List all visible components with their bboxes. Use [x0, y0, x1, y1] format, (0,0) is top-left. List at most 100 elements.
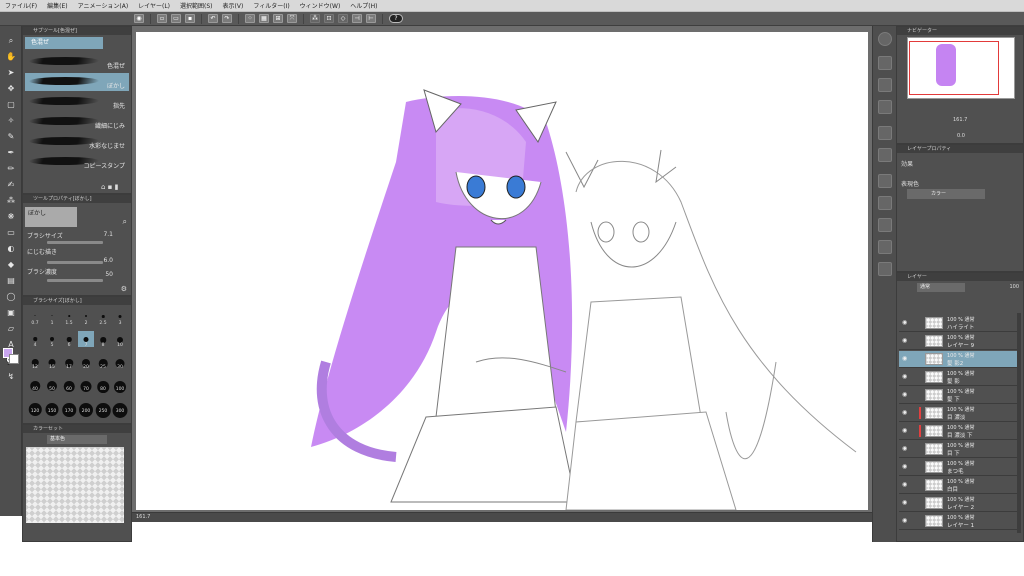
canvas[interactable] [136, 32, 868, 510]
opacity-value[interactable]: 100 [1009, 284, 1019, 290]
brush-size-value[interactable]: 7.1 [103, 231, 113, 238]
eye-icon[interactable]: ◉ [902, 355, 909, 362]
eyedropper-icon[interactable]: ✎ [4, 132, 18, 142]
brush-size-cell[interactable]: 150 [44, 397, 60, 416]
layer-scrollbar[interactable] [1017, 313, 1021, 533]
gradient-icon[interactable]: ▤ [4, 276, 18, 286]
brush-size-cell[interactable]: 12 [27, 353, 43, 370]
airbrush-icon[interactable]: ⁂ [4, 196, 18, 206]
pen-icon[interactable]: ✒ [4, 148, 18, 158]
eye-icon[interactable]: ◉ [902, 463, 909, 470]
brush-size-cell[interactable]: 8 [95, 331, 111, 348]
subtool-item[interactable]: 水彩なじませ [25, 133, 129, 151]
ruler-icon[interactable]: ⁂ [310, 14, 320, 23]
brush-size-cell[interactable]: 4 [27, 331, 43, 348]
navigator-zoom[interactable]: 161.7 [953, 117, 967, 123]
brush-size-cell[interactable]: 100 [112, 375, 128, 393]
brush-size-cell[interactable]: 250 [95, 397, 111, 418]
blend-icon[interactable]: ◐ [4, 244, 18, 254]
brush-size-cell[interactable]: 5 [44, 331, 60, 348]
select-all-icon[interactable]: ⁘ [245, 14, 255, 23]
layer-row[interactable]: ◉ 100 % 通常髪 影2 [899, 351, 1017, 368]
eye-icon[interactable]: ◉ [902, 445, 909, 452]
eye-icon[interactable]: ◉ [902, 337, 909, 344]
correct-line-icon[interactable]: ↯ [4, 372, 18, 382]
eye-icon[interactable]: ◉ [902, 517, 909, 524]
menu-filter[interactable]: フィルター(I) [248, 1, 294, 10]
snap-icon[interactable]: ⊣ [352, 14, 362, 23]
new-file-icon[interactable]: ▫ [157, 14, 167, 23]
deselect-icon[interactable]: ▦ [259, 14, 269, 23]
layer-row[interactable]: ◉ 100 % 通常髪 影 [899, 369, 1017, 386]
eye-icon[interactable]: ◉ [902, 319, 909, 326]
layer-row[interactable]: ◉ 100 % 通常目 下 [899, 441, 1017, 458]
3d-icon[interactable] [878, 262, 892, 276]
brush-size-cell[interactable]: 15 [44, 353, 60, 370]
layer-row[interactable]: ◉ 100 % 通常 白目 [899, 477, 1017, 494]
save-icon[interactable]: ▪ [185, 14, 195, 23]
figure-icon[interactable]: ◯ [4, 292, 18, 302]
brush-size-cell[interactable]: 7 [78, 331, 94, 348]
menu-file[interactable]: ファイル(F) [0, 1, 42, 10]
navigator-angle[interactable]: 0.0 [957, 133, 965, 139]
eye-icon[interactable]: ◉ [902, 499, 909, 506]
layer-row[interactable]: ◉ 100 % 通常 レイヤー 1 [899, 513, 1017, 530]
layer-row[interactable]: ◉ 100 % 通常髪 下 [899, 387, 1017, 404]
blend-value[interactable]: 6.0 [103, 257, 113, 264]
zoom-readout[interactable]: 161.7 [136, 514, 150, 520]
info-icon[interactable] [878, 126, 892, 140]
menu-selection[interactable]: 選択範囲(S) [175, 1, 218, 10]
brush-size-cell[interactable]: 6 [61, 331, 77, 348]
brush-size-cell[interactable]: 25 [95, 353, 111, 370]
layer-row[interactable]: ◉ 100 % 通常 ハイライト [899, 315, 1017, 332]
layer-row[interactable]: ◉ 100 % 通常目 濃淡 [899, 405, 1017, 422]
redo-icon[interactable]: ↷ [222, 14, 232, 23]
subtool-item[interactable]: 色混ぜ [25, 53, 129, 71]
move-icon[interactable]: ✥ [4, 84, 18, 94]
brush-size-cell[interactable]: 17 [61, 353, 77, 370]
item-bank-icon[interactable] [878, 240, 892, 254]
menu-help[interactable]: ヘルプ(H) [345, 1, 382, 10]
brush-size-cell[interactable]: 60 [61, 375, 77, 392]
layer-row[interactable]: ◉ 100 % 通常 レイヤー 9 [899, 333, 1017, 350]
brush-size-cell[interactable]: 30 [112, 353, 128, 370]
layer-search-icon[interactable] [878, 174, 892, 188]
brush-size-cell[interactable]: 20 [78, 353, 94, 370]
menu-view[interactable]: 表示(V) [218, 1, 249, 10]
blend-mode-dropdown[interactable]: 通常 [917, 283, 965, 292]
menu-animation[interactable]: アニメーション(A) [73, 1, 134, 10]
sub-view-icon[interactable] [878, 100, 892, 114]
brush-size-cell[interactable]: 10 [112, 331, 128, 348]
subtool-group-tab[interactable]: 色混ぜ [25, 37, 103, 49]
brush-size-cell[interactable]: 120 [27, 397, 43, 416]
density-value[interactable]: 50 [105, 271, 113, 278]
add-subtool-icon[interactable]: ⌂ ▪ ▮ [101, 183, 119, 191]
brush-size-cell[interactable]: 1 [44, 309, 60, 326]
display-color-dropdown[interactable]: カラー [907, 189, 985, 199]
help-icon[interactable]: ? [389, 14, 403, 23]
navigator-view-frame[interactable] [909, 41, 999, 95]
eye-icon[interactable]: ◉ [902, 373, 909, 380]
zoom-icon[interactable]: ⌕ [4, 36, 18, 46]
grid-icon[interactable]: ⊡ [324, 14, 334, 23]
eye-icon[interactable]: ◉ [902, 481, 909, 488]
brush-size-cell[interactable]: 170 [61, 397, 77, 417]
subtool-item[interactable]: 指先 [25, 93, 129, 111]
undo-icon[interactable]: ↶ [208, 14, 218, 23]
navigator-icon[interactable] [878, 78, 892, 92]
eye-icon[interactable]: ◉ [902, 409, 909, 416]
subtool-item[interactable]: ぼかし [25, 73, 129, 91]
selection-icon[interactable]: ▢ [4, 100, 18, 110]
brush-size-cell[interactable]: 3 [112, 309, 128, 326]
layer-row[interactable]: ◉ 100 % 通常 まつ毛 [899, 459, 1017, 476]
layer-row[interactable]: ◉ 100 % 通常 レイヤー 2 [899, 495, 1017, 512]
eraser-icon[interactable]: ▭ [4, 228, 18, 238]
auto-action-icon[interactable] [878, 218, 892, 232]
brush-size-cell[interactable]: 300 [112, 397, 128, 418]
brush-icon[interactable]: ✍ [4, 180, 18, 190]
menu-edit[interactable]: 編集(E) [42, 1, 72, 10]
history-icon[interactable] [878, 148, 892, 162]
brush-size-cell[interactable]: 2 [78, 309, 94, 326]
hand-icon[interactable]: ✋ [4, 52, 18, 62]
frame-icon[interactable]: ▣ [4, 308, 18, 318]
